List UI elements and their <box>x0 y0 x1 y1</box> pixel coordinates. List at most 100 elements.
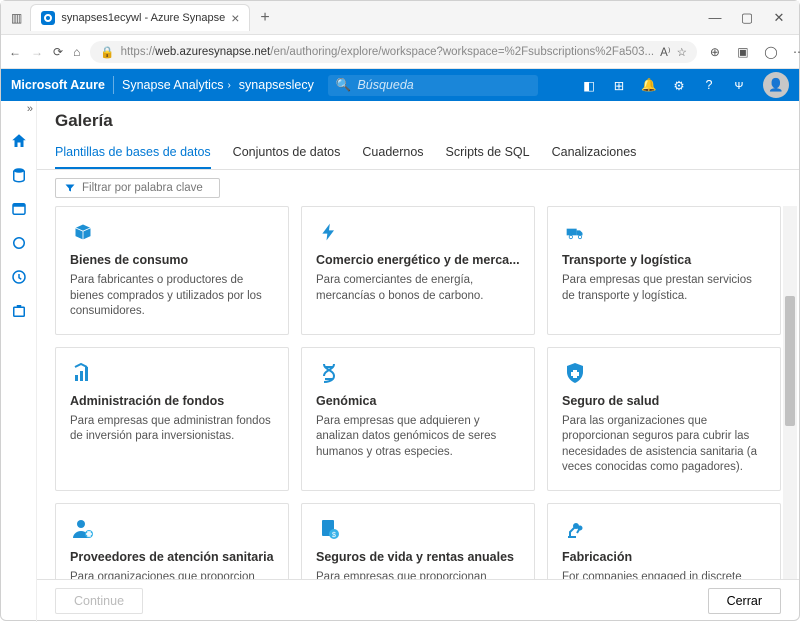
user-avatar[interactable]: 👤 <box>763 72 789 98</box>
divider <box>113 76 114 94</box>
filter-icon <box>64 182 76 194</box>
search-placeholder: Búsqueda <box>357 78 413 92</box>
notifications-icon[interactable]: 🔔 <box>641 78 657 93</box>
robot-arm-icon <box>562 516 588 542</box>
close-button[interactable]: Cerrar <box>708 588 781 614</box>
collections-icon[interactable]: ▣ <box>735 45 751 59</box>
card-genomics[interactable]: Genómica Para empresas que adquieren y a… <box>301 347 535 491</box>
url-text: https://web.azuresynapse.net/en/authorin… <box>121 46 654 58</box>
box-icon <box>70 219 96 245</box>
card-life-insurance[interactable]: $ Seguros de vida y rentas anuales Para … <box>301 503 535 579</box>
scrollbar-thumb[interactable] <box>785 296 795 426</box>
page-title: Galería <box>37 101 799 137</box>
rail-expand-icon[interactable]: » <box>27 103 33 115</box>
card-desc: Para empresas que administran fondos de … <box>70 414 274 445</box>
search-icon: 🔍 <box>336 78 352 93</box>
tab-pipelines[interactable]: Canalizaciones <box>552 137 637 169</box>
header-actions: ◧ ⊞ 🔔 ⚙ ? ᴪ <box>581 78 747 93</box>
card-transport[interactable]: Transporte y logística Para empresas que… <box>547 206 781 335</box>
browser-tab[interactable]: synapses1ecywl - Azure Synapse × <box>30 4 250 31</box>
card-desc: Para las organizaciones que proporcionan… <box>562 414 766 476</box>
card-title: Seguros de vida y rentas anuales <box>316 550 520 564</box>
favorites-bar-icon[interactable]: ⊕ <box>707 45 723 59</box>
card-health-insurance[interactable]: Seguro de salud Para las organizaciones … <box>547 347 781 491</box>
read-aloud-icon[interactable]: A⁾ <box>660 45 671 59</box>
tab-notebooks[interactable]: Cuadernos <box>362 137 423 169</box>
browser-titlebar: ▥ synapses1ecywl - Azure Synapse × + — ▢… <box>1 1 799 35</box>
card-desc: Para organizaciones que proporcion <box>70 570 274 579</box>
shield-health-icon <box>562 360 588 386</box>
tab-datasets[interactable]: Conjuntos de datos <box>233 137 341 169</box>
card-title: Comercio energético y de merca... <box>316 253 520 267</box>
chart-icon <box>70 360 96 386</box>
tab-actions-icon[interactable]: ▥ <box>7 11 26 25</box>
filter-input[interactable]: Filtrar por palabra clave <box>55 178 220 198</box>
card-manufacturing[interactable]: Fabricación For companies engaged in dis… <box>547 503 781 579</box>
dna-icon <box>316 360 342 386</box>
card-desc: Para comerciantes de energía, mercancías… <box>316 273 520 304</box>
integrate-rail-icon[interactable] <box>9 233 29 253</box>
develop-rail-icon[interactable] <box>9 199 29 219</box>
window-controls: — ▢ ✕ <box>707 10 793 26</box>
new-tab-button[interactable]: + <box>254 9 275 27</box>
truck-icon <box>562 219 588 245</box>
card-fund-management[interactable]: Administración de fondos Para empresas q… <box>55 347 289 491</box>
address-bar: ← → ⟳ ⌂ 🔒 https://web.azuresynapse.net/e… <box>1 35 799 69</box>
back-icon[interactable]: ← <box>9 43 21 61</box>
refresh-icon[interactable]: ⟳ <box>53 43 63 61</box>
tab-sql-scripts[interactable]: Scripts de SQL <box>446 137 530 169</box>
breadcrumb-workspace[interactable]: synapseslecy <box>239 78 314 92</box>
card-energy-trading[interactable]: Comercio energético y de merca... Para c… <box>301 206 535 335</box>
document-money-icon: $ <box>316 516 342 542</box>
settings-icon[interactable]: ⚙ <box>671 78 687 93</box>
maximize-icon[interactable]: ▢ <box>739 10 755 26</box>
card-consumer-goods[interactable]: Bienes de consumo Para fabricantes o pro… <box>55 206 289 335</box>
monitor-rail-icon[interactable] <box>9 267 29 287</box>
work-area: » Galería Plantillas de bases de datos C… <box>1 101 799 622</box>
help-icon[interactable]: ? <box>701 78 717 92</box>
lock-icon: 🔒 <box>100 45 114 59</box>
data-rail-icon[interactable] <box>9 165 29 185</box>
home-icon[interactable]: ⌂ <box>73 43 80 61</box>
url-field[interactable]: 🔒 https://web.azuresynapse.net/en/author… <box>90 41 697 63</box>
brand-label[interactable]: Microsoft Azure <box>11 78 105 92</box>
svg-text:$: $ <box>332 532 336 539</box>
favorite-icon[interactable]: ☆ <box>677 45 687 59</box>
card-title: Bienes de consumo <box>70 253 274 267</box>
tab-strip: synapses1ecywl - Azure Synapse × + <box>30 4 275 31</box>
tab-close-icon[interactable]: × <box>231 10 239 26</box>
card-desc: Para fabricantes o productores de bienes… <box>70 273 274 320</box>
card-desc: Para empresas que prestan servicios de t… <box>562 273 766 304</box>
breadcrumb-synapse[interactable]: Synapse Analytics › <box>122 78 231 92</box>
dialog-footer: Continue Cerrar <box>37 579 799 622</box>
card-healthcare-providers[interactable]: Proveedores de atención sanitaria Para o… <box>55 503 289 579</box>
provider-icon <box>70 516 96 542</box>
card-title: Genómica <box>316 394 520 408</box>
home-rail-icon[interactable] <box>9 131 29 151</box>
browser-tab-title: synapses1ecywl - Azure Synapse <box>61 12 225 24</box>
diagnostics-icon[interactable]: ᴪ <box>731 78 747 92</box>
card-grid: Bienes de consumo Para fabricantes o pro… <box>55 206 781 579</box>
synapse-favicon-icon <box>41 11 55 25</box>
gallery-scroll: Bienes de consumo Para fabricantes o pro… <box>37 206 799 579</box>
tasks-icon[interactable]: ⊞ <box>611 78 627 93</box>
scrollbar[interactable] <box>783 206 797 579</box>
energy-icon <box>316 219 342 245</box>
minimize-icon[interactable]: — <box>707 10 723 26</box>
card-title: Transporte y logística <box>562 253 766 267</box>
feedback-icon[interactable]: ◧ <box>581 78 597 93</box>
azure-header: Microsoft Azure Synapse Analytics › syna… <box>1 69 799 101</box>
card-title: Proveedores de atención sanitaria <box>70 550 274 564</box>
manage-rail-icon[interactable] <box>9 301 29 321</box>
left-rail: » <box>1 101 37 622</box>
profile-icon[interactable]: ◯ <box>763 45 779 59</box>
card-title: Administración de fondos <box>70 394 274 408</box>
tab-database-templates[interactable]: Plantillas de bases de datos <box>55 137 211 169</box>
gallery-tabs: Plantillas de bases de datos Conjuntos d… <box>37 137 799 170</box>
filter-placeholder: Filtrar por palabra clave <box>82 182 203 194</box>
more-icon[interactable]: ⋯ <box>791 45 800 59</box>
close-window-icon[interactable]: ✕ <box>771 10 787 26</box>
card-desc: Para empresas que adquieren y analizan d… <box>316 414 520 461</box>
card-title: Fabricación <box>562 550 766 564</box>
header-search[interactable]: 🔍 Búsqueda <box>328 75 538 96</box>
